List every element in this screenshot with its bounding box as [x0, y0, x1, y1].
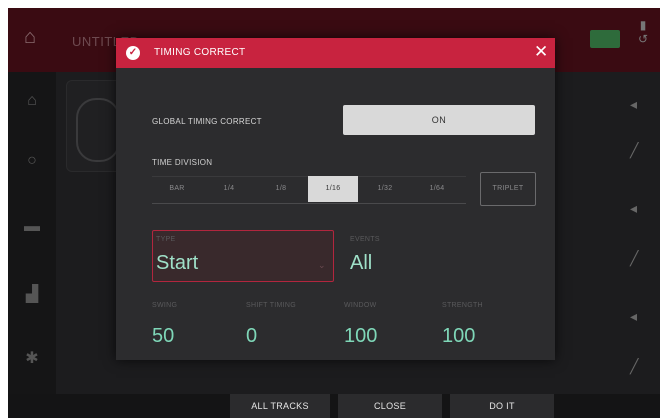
home-icon[interactable]: ⌂	[24, 26, 36, 49]
timing-correct-dialog: ✓ TIMING CORRECT ✕ GLOBAL TIMING CORRECT…	[116, 38, 555, 360]
division-1-4[interactable]: 1/4	[204, 176, 254, 202]
grid-icon[interactable]: ▬	[22, 218, 42, 238]
triplet-button[interactable]: TRIPLET	[480, 172, 536, 206]
pencil-icon[interactable]: ╱	[630, 142, 638, 159]
chevron-down-icon[interactable]: ⌄	[318, 260, 326, 271]
shift-timing-label: SHIFT TIMING	[246, 302, 297, 309]
type-label: TYPE	[156, 236, 176, 243]
events-value[interactable]: All	[350, 252, 372, 275]
pencil-icon[interactable]: ╱	[630, 358, 638, 375]
do-it-button[interactable]: DO IT	[450, 394, 554, 418]
close-icon[interactable]: ✕	[534, 43, 548, 61]
settings-icon[interactable]: ✱	[22, 348, 42, 368]
sidebar: ⌂ ○ ▬ ▟ ✱	[8, 72, 56, 394]
time-division-label: TIME DIVISION	[152, 158, 213, 167]
home-icon[interactable]: ⌂	[22, 92, 42, 112]
division-1-32[interactable]: 1/32	[360, 176, 410, 202]
mixer-icon[interactable]: ▟	[22, 284, 42, 304]
window-label: WINDOW	[344, 302, 377, 309]
swing-value[interactable]: 50	[152, 325, 174, 348]
speaker-icon[interactable]: ◂	[630, 96, 637, 113]
close-button[interactable]: CLOSE	[338, 394, 442, 418]
global-timing-toggle[interactable]: ON	[343, 105, 535, 135]
division-1-8[interactable]: 1/8	[256, 176, 306, 202]
track-knob	[76, 98, 120, 162]
division-bar[interactable]: BAR	[152, 176, 202, 202]
swing-label: SWING	[152, 302, 178, 309]
strength-label: STRENGTH	[442, 302, 483, 309]
division-1-16[interactable]: 1/16	[308, 176, 358, 202]
menu-icon[interactable]: ▮ ↺	[638, 18, 648, 46]
dialog-header: ✓ TIMING CORRECT ✕	[116, 38, 555, 68]
division-1-64[interactable]: 1/64	[412, 176, 462, 202]
strength-value[interactable]: 100	[442, 325, 475, 348]
shift-timing-value[interactable]: 0	[246, 325, 257, 348]
dialog-title: TIMING CORRECT	[154, 47, 246, 58]
window-value[interactable]: 100	[344, 325, 377, 348]
search-icon[interactable]: ○	[22, 152, 42, 172]
all-tracks-button[interactable]: ALL TRACKS	[230, 394, 330, 418]
global-timing-label: GLOBAL TIMING CORRECT	[152, 117, 262, 126]
bottom-bar	[8, 394, 660, 418]
status-indicator[interactable]	[590, 30, 620, 48]
screen: ⌂ UNTITLED ▮ ↺ ⌂ ○ ▬ ▟ ✱ ◂ ╱ ◂ ╱ ◂ ╱ ✓ TI…	[8, 8, 660, 418]
check-icon: ✓	[126, 46, 140, 60]
type-value[interactable]: Start	[156, 252, 198, 275]
events-label: EVENTS	[350, 236, 380, 243]
track-edit-column: ◂ ╱ ◂ ╱ ◂ ╱	[608, 72, 660, 394]
pencil-icon[interactable]: ╱	[630, 250, 638, 267]
speaker-icon[interactable]: ◂	[630, 200, 637, 217]
speaker-icon[interactable]: ◂	[630, 308, 637, 325]
